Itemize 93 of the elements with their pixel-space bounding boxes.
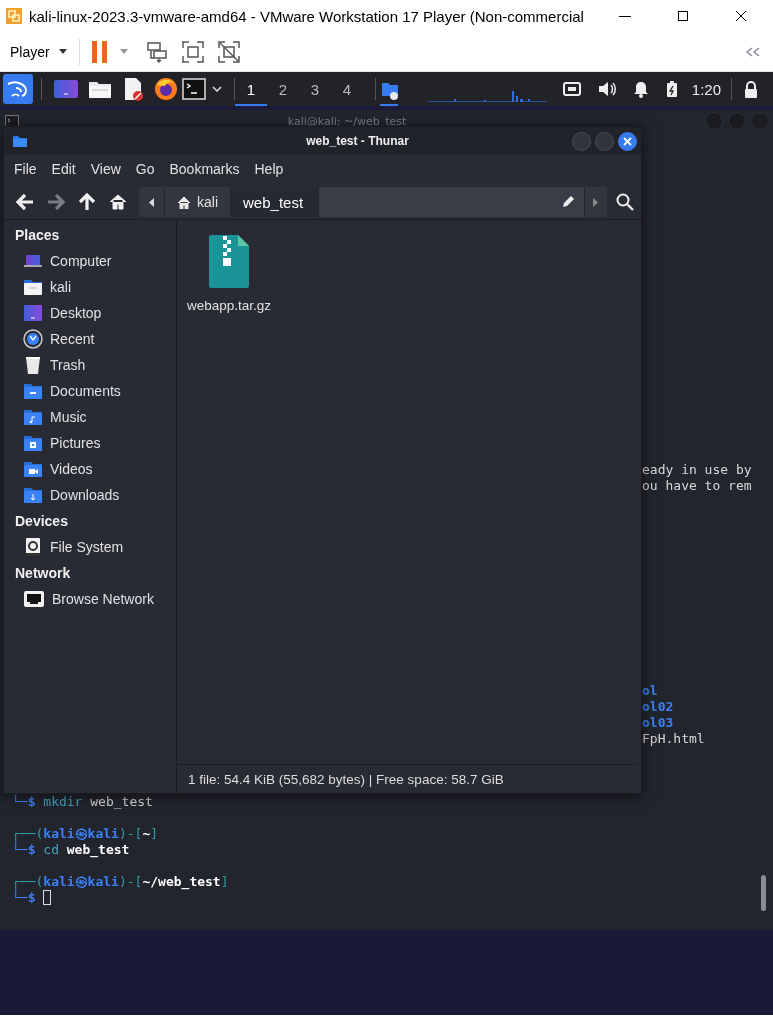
collapse-icon[interactable] <box>745 46 761 57</box>
menu-item[interactable]: File <box>14 161 37 177</box>
terminal-line: ol03 <box>642 715 674 731</box>
window-title: web_test - Thunar <box>305 134 410 148</box>
documents-folder-icon <box>23 382 43 400</box>
videos-folder-icon <box>23 460 43 478</box>
section-header: Devices <box>14 512 69 531</box>
menu-item[interactable]: Help <box>254 161 284 177</box>
music-folder-icon <box>23 408 43 426</box>
sidebar-item[interactable]: Trash <box>4 352 176 378</box>
vmware-logo-icon <box>5 7 23 25</box>
pause-icon[interactable] <box>91 40 108 63</box>
trash-icon <box>23 355 43 375</box>
clock-icon <box>23 329 43 349</box>
laptop-icon <box>23 252 43 270</box>
text-cursor <box>43 890 52 905</box>
folder-icon[interactable] <box>88 79 112 99</box>
document-icon[interactable] <box>122 77 144 101</box>
sidebar-item[interactable]: Computer <box>4 248 176 274</box>
pictures-folder-icon <box>23 434 43 452</box>
menu-logo-icon[interactable] <box>3 74 33 104</box>
workspace-button[interactable]: 4 <box>331 72 363 106</box>
unity-off-icon[interactable] <box>217 40 240 63</box>
sidebar-item[interactable]: Music <box>4 404 176 430</box>
sidebar-item[interactable]: Documents <box>4 378 176 404</box>
menu-item[interactable]: View <box>90 161 121 177</box>
up-arrow-icon[interactable] <box>77 192 97 212</box>
caret-left-icon[interactable] <box>148 197 155 207</box>
desktop-icon[interactable] <box>54 79 78 99</box>
sidebar-item[interactable]: Downloads <box>4 482 176 508</box>
scrollbar-thumb[interactable] <box>761 875 766 911</box>
command-line: └─$ mkdir web_test <box>12 794 153 810</box>
folder-icon <box>13 135 27 147</box>
sidebar-item[interactable]: File System <box>4 534 176 560</box>
path-field[interactable] <box>319 187 584 217</box>
prompt-line: ┌──(kali㉿kali)-[~] <box>12 826 159 842</box>
battery-icon[interactable] <box>665 81 678 97</box>
section-header: Network <box>14 564 72 583</box>
maximize-icon[interactable] <box>677 10 689 22</box>
workspace-button[interactable]: 2 <box>267 72 299 106</box>
menu-item[interactable]: Edit <box>51 161 76 177</box>
volume-icon[interactable] <box>597 81 616 97</box>
sidebar-item[interactable]: Desktop <box>4 300 176 326</box>
drive-icon <box>23 537 43 557</box>
section-header: Places <box>14 226 61 245</box>
sidebar-item[interactable]: Recent <box>4 326 176 352</box>
terminal-line: ol <box>642 683 658 699</box>
terminal-line: FpH.html <box>642 731 705 747</box>
close-icon[interactable] <box>735 10 747 22</box>
window-title: kali@kali: ~/web_test <box>286 114 408 128</box>
prompt-line: ┌──(kali㉿kali)-[~/web_test] <box>12 874 229 890</box>
status-text: 1 file: 54.4 KiB (55,682 bytes) | Free space: 58.7 GiB <box>177 764 638 793</box>
sidebar-item[interactable]: Pictures <box>4 430 176 456</box>
desktop-icon <box>23 304 43 322</box>
search-icon[interactable] <box>616 193 634 211</box>
lock-icon[interactable] <box>744 80 758 98</box>
command-line: └─$ cd web_test <box>12 842 130 858</box>
player-menu-button[interactable]: Player <box>0 39 69 64</box>
close-button[interactable] <box>618 131 637 151</box>
bell-icon[interactable] <box>632 80 649 98</box>
menu-item[interactable]: Go <box>135 161 155 177</box>
path-button[interactable]: web_test <box>230 187 320 217</box>
browser-icon[interactable] <box>154 77 178 101</box>
downloads-folder-icon <box>23 486 43 504</box>
send-keys-icon[interactable] <box>145 40 168 63</box>
home-icon[interactable] <box>108 192 128 212</box>
edit-icon[interactable] <box>561 195 575 209</box>
prompt-symbol: └─$ <box>12 890 36 905</box>
workspace-button[interactable]: 1 <box>235 72 267 106</box>
close-icon <box>623 136 632 146</box>
caret-right-icon[interactable] <box>593 197 599 207</box>
network-icon[interactable] <box>562 82 581 96</box>
workspace-button[interactable]: 3 <box>299 72 331 106</box>
terminal-line: ol02 <box>642 699 674 715</box>
back-arrow-icon[interactable] <box>15 192 35 212</box>
home-icon <box>177 195 191 209</box>
terminal-line: ou have to rem <box>642 478 752 494</box>
home-folder-icon <box>23 278 43 296</box>
terminal-line: eady in use by <box>642 462 752 478</box>
path-button[interactable]: kali <box>165 187 230 217</box>
archive-file-icon <box>208 234 250 289</box>
sidebar-item[interactable]: Browse Network <box>4 586 176 612</box>
window-title: kali-linux-2023.3-vmware-amd64 - VMware Workstation 17 Player (Non-commercial <box>29 7 585 25</box>
caret-icon[interactable] <box>212 86 222 92</box>
sidebar-item[interactable]: kali <box>4 274 176 300</box>
menu-item[interactable]: Bookmarks <box>169 161 240 177</box>
terminal-icon[interactable] <box>182 78 206 100</box>
fullscreen-icon[interactable] <box>181 40 204 63</box>
sidebar-item[interactable]: Videos <box>4 456 176 482</box>
clock-text[interactable]: 1:20 <box>691 80 721 98</box>
file-entry[interactable]: webapp.tar.gz <box>183 234 275 313</box>
caret-icon <box>58 49 67 54</box>
network-icon <box>23 590 45 608</box>
